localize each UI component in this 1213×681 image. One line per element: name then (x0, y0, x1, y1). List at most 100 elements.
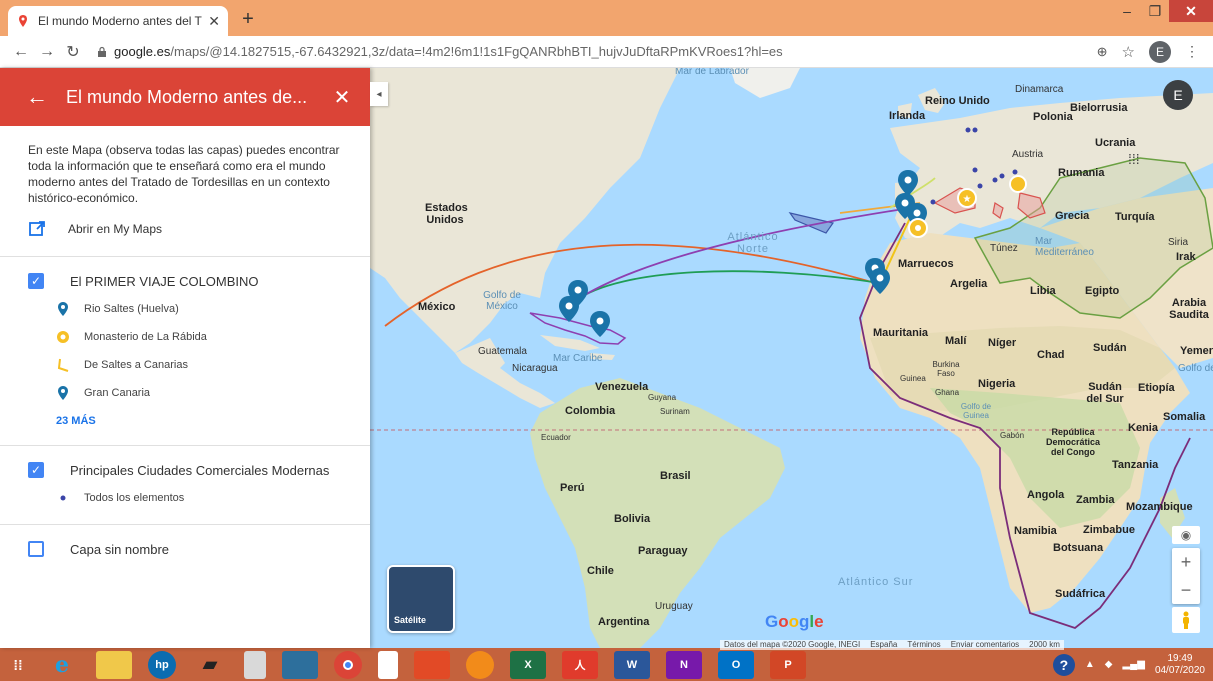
star-icon[interactable]: ☆ (1122, 43, 1135, 61)
network-icon[interactable]: ▂▄▆ (1122, 659, 1144, 670)
yellow-line-icon (56, 358, 70, 372)
map-label-reino-unido: Reino Unido (925, 95, 990, 107)
panel-header: ← El mundo Moderno antes de... ✕ (0, 68, 370, 126)
url-field[interactable]: google.es/maps/@14.1827515,-67.6432921,3… (96, 44, 1097, 59)
onenote-icon[interactable]: N (666, 650, 702, 679)
attribution-feedback[interactable]: Enviar comentarios (951, 640, 1019, 650)
layer-item[interactable]: De Saltes a Canarias (0, 345, 370, 373)
file-icon[interactable] (378, 650, 398, 679)
browser-tab[interactable]: El mundo Moderno antes del Tra ✕ (8, 6, 228, 36)
layer-item[interactable]: Todos los elementos (0, 478, 370, 506)
blue-pin-icon[interactable] (590, 311, 610, 337)
my-location-icon[interactable]: ◉ (1172, 526, 1200, 544)
close-icon[interactable]: ✕ (330, 85, 354, 110)
media-icon[interactable] (282, 650, 318, 679)
start-grid-icon[interactable]: ⁞⁞ (8, 651, 28, 679)
layer-row-primer-viaje[interactable]: ✓ El PRIMER VIAJE COLOMBINO (0, 257, 370, 289)
word-icon[interactable]: W (614, 650, 650, 679)
map-label-estados-unidos: Estados Unidos (425, 202, 468, 226)
map-label-venezuela: Venezuela (595, 381, 649, 393)
layer-item[interactable]: Gran Canaria (0, 373, 370, 401)
map-label-argentina: Argentina (598, 616, 650, 628)
attribution-region[interactable]: España (870, 640, 897, 650)
attribution-terms[interactable]: Términos (907, 640, 940, 650)
map-label-mozambique: Mozambique (1126, 501, 1193, 513)
minimize-button[interactable]: – (1113, 0, 1141, 22)
system-tray: ? ▲ ◆ ▂▄▆ 19:49 04/07/2020 (1052, 648, 1205, 681)
yellow-circle-icon[interactable] (908, 218, 928, 238)
reload-icon[interactable]: ↻ (60, 42, 86, 62)
google-logo: Google (765, 612, 824, 631)
calculator-icon[interactable] (244, 650, 266, 679)
yellow-star-icon[interactable]: ★ (957, 188, 977, 208)
layer-item[interactable]: Monasterio de La Rábida (0, 317, 370, 345)
zoom-out-button[interactable]: − (1172, 576, 1200, 604)
hp-icon[interactable]: hp (148, 650, 176, 679)
forward-arrow-icon[interactable]: → (34, 43, 60, 61)
map-label-bielorrusia: Bielorrusia (1070, 102, 1128, 114)
back-arrow-icon[interactable]: ← (8, 43, 34, 61)
window-close-button[interactable]: ✕ (1169, 0, 1213, 22)
layer-checkbox[interactable]: ✓ (28, 273, 44, 289)
layer-item-label: Gran Canaria (84, 386, 151, 399)
blue-pin-icon[interactable] (559, 296, 579, 322)
satellite-label: Satélite (394, 615, 427, 625)
more-items-link[interactable]: 23 MÁS (0, 401, 370, 427)
blue-pin-icon[interactable] (898, 170, 918, 196)
map-label-mar-labrador: Mar de Labrador (675, 68, 749, 77)
layer-item-label: Rio Saltes (Huelva) (84, 302, 179, 315)
layer-row-sin-nombre[interactable]: Capa sin nombre (0, 525, 370, 557)
layer-item-label: Monasterio de La Rábida (84, 330, 207, 343)
maximize-button[interactable]: ❐ (1141, 0, 1169, 22)
powerpoint-icon[interactable]: P (770, 650, 806, 679)
apps-grid-icon[interactable]: ⁞⁞⁞ (1128, 151, 1140, 167)
yellow-pin-icon[interactable] (1009, 175, 1027, 193)
map-label-nicaragua: Nicaragua (512, 363, 558, 374)
blue-pin-icon[interactable] (870, 268, 890, 294)
chrome-icon[interactable] (334, 650, 362, 679)
tray-arrow-icon[interactable]: ▲ (1085, 659, 1095, 670)
map-account-avatar[interactable]: E (1163, 80, 1193, 110)
map-label-mexico: México (418, 301, 456, 313)
layer-item-label: De Saltes a Canarias (84, 358, 188, 371)
layer-name: El PRIMER VIAJE COLOMBINO (70, 273, 259, 289)
map-label-guyana: Guyana (648, 393, 677, 402)
pdf-icon[interactable]: 人 (562, 650, 598, 679)
lock-icon (98, 46, 106, 57)
pegman-icon[interactable] (1172, 607, 1200, 633)
back-arrow-icon[interactable]: ← (26, 84, 66, 110)
excel-icon[interactable]: X (510, 650, 546, 679)
layer-row-ciudades[interactable]: ✓ Principales Ciudades Comerciales Moder… (0, 446, 370, 478)
firefox-icon[interactable] (466, 650, 494, 679)
map-attribution: Datos del mapa ©2020 Google, INEGI Españ… (720, 640, 1064, 650)
maps-pin-icon (19, 15, 27, 27)
open-in-my-maps-link[interactable]: Abrir en My Maps (0, 206, 370, 238)
map-label-golfo-guinea: Golfo de Guinea (960, 402, 992, 420)
profile-avatar[interactable]: E (1149, 40, 1171, 63)
outlook-icon[interactable]: O (718, 650, 754, 679)
zoom-in-button[interactable]: + (1172, 548, 1200, 576)
help-icon[interactable]: ? (1052, 653, 1075, 676)
device-icon[interactable]: ▰ (192, 651, 228, 679)
tab-close-icon[interactable]: ✕ (208, 13, 220, 30)
satellite-toggle[interactable]: Satélite (387, 565, 455, 633)
map-label-atlantico-sur: Atlántico Sur (838, 576, 914, 588)
file-explorer-icon[interactable] (96, 650, 132, 679)
clock[interactable]: 19:49 04/07/2020 (1155, 653, 1205, 677)
layer-item[interactable]: Rio Saltes (Huelva) (0, 289, 370, 317)
scale-bar[interactable]: 2000 km (1029, 640, 1060, 650)
layer-checkbox[interactable] (28, 541, 44, 557)
map-label-botsuana: Botsuana (1053, 542, 1104, 554)
collapse-panel-button[interactable]: ◂ (370, 82, 388, 106)
layer-checkbox[interactable]: ✓ (28, 462, 44, 478)
url-host: google.es (114, 44, 171, 59)
menu-dots-icon[interactable]: ⋮ (1185, 43, 1199, 60)
audio-app-icon[interactable] (414, 650, 450, 679)
blue-pin-icon (56, 385, 70, 400)
new-tab-button[interactable]: + (236, 8, 260, 31)
tray-app-icon[interactable]: ◆ (1105, 659, 1113, 670)
internet-explorer-icon[interactable]: e (44, 651, 80, 679)
install-icon[interactable]: ⊕ (1097, 44, 1108, 60)
map-label-congo: República Democrática del Congo (1045, 427, 1101, 457)
map-label-zambia: Zambia (1076, 494, 1115, 506)
